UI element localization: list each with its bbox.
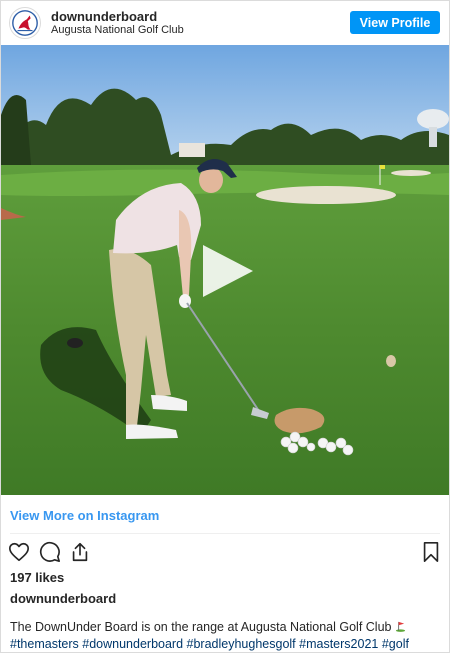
view-profile-button[interactable]: View Profile [350, 11, 440, 34]
post-caption: The DownUnder Board is on the range at A… [10, 619, 440, 653]
likes-count[interactable]: 197 likes [10, 570, 64, 585]
play-button[interactable] [197, 241, 257, 301]
divider [10, 533, 440, 534]
post-video[interactable] [1, 45, 449, 495]
hashtag-link[interactable]: #golf [382, 637, 409, 651]
heart-outline-icon[interactable] [8, 541, 30, 563]
hashtag-link[interactable]: #themasters [10, 637, 79, 651]
caption-text: The DownUnder Board is on the range at A… [10, 620, 392, 634]
hashtag-link[interactable]: #bradleyhughesgolf [187, 637, 296, 651]
kangaroo-logo-icon [10, 8, 40, 38]
bookmark-icon[interactable] [420, 541, 442, 563]
comment-icon[interactable] [39, 541, 61, 563]
share-icon[interactable] [69, 541, 91, 563]
header-location[interactable]: Augusta National Golf Club [51, 24, 184, 36]
view-more-link[interactable]: View More on Instagram [10, 508, 159, 523]
hashtag-link[interactable]: #downunderboard [82, 637, 183, 651]
hashtag-link[interactable]: #masters2021 [299, 637, 378, 651]
golf-flag-icon [395, 620, 406, 632]
avatar[interactable] [9, 7, 41, 39]
post-header: downunderboard Augusta National Golf Clu… [1, 1, 449, 45]
instagram-embed: downunderboard Augusta National Golf Clu… [0, 0, 450, 653]
post-owner-username[interactable]: downunderboard [10, 591, 116, 606]
header-username[interactable]: downunderboard [51, 9, 157, 24]
play-icon [203, 245, 253, 297]
